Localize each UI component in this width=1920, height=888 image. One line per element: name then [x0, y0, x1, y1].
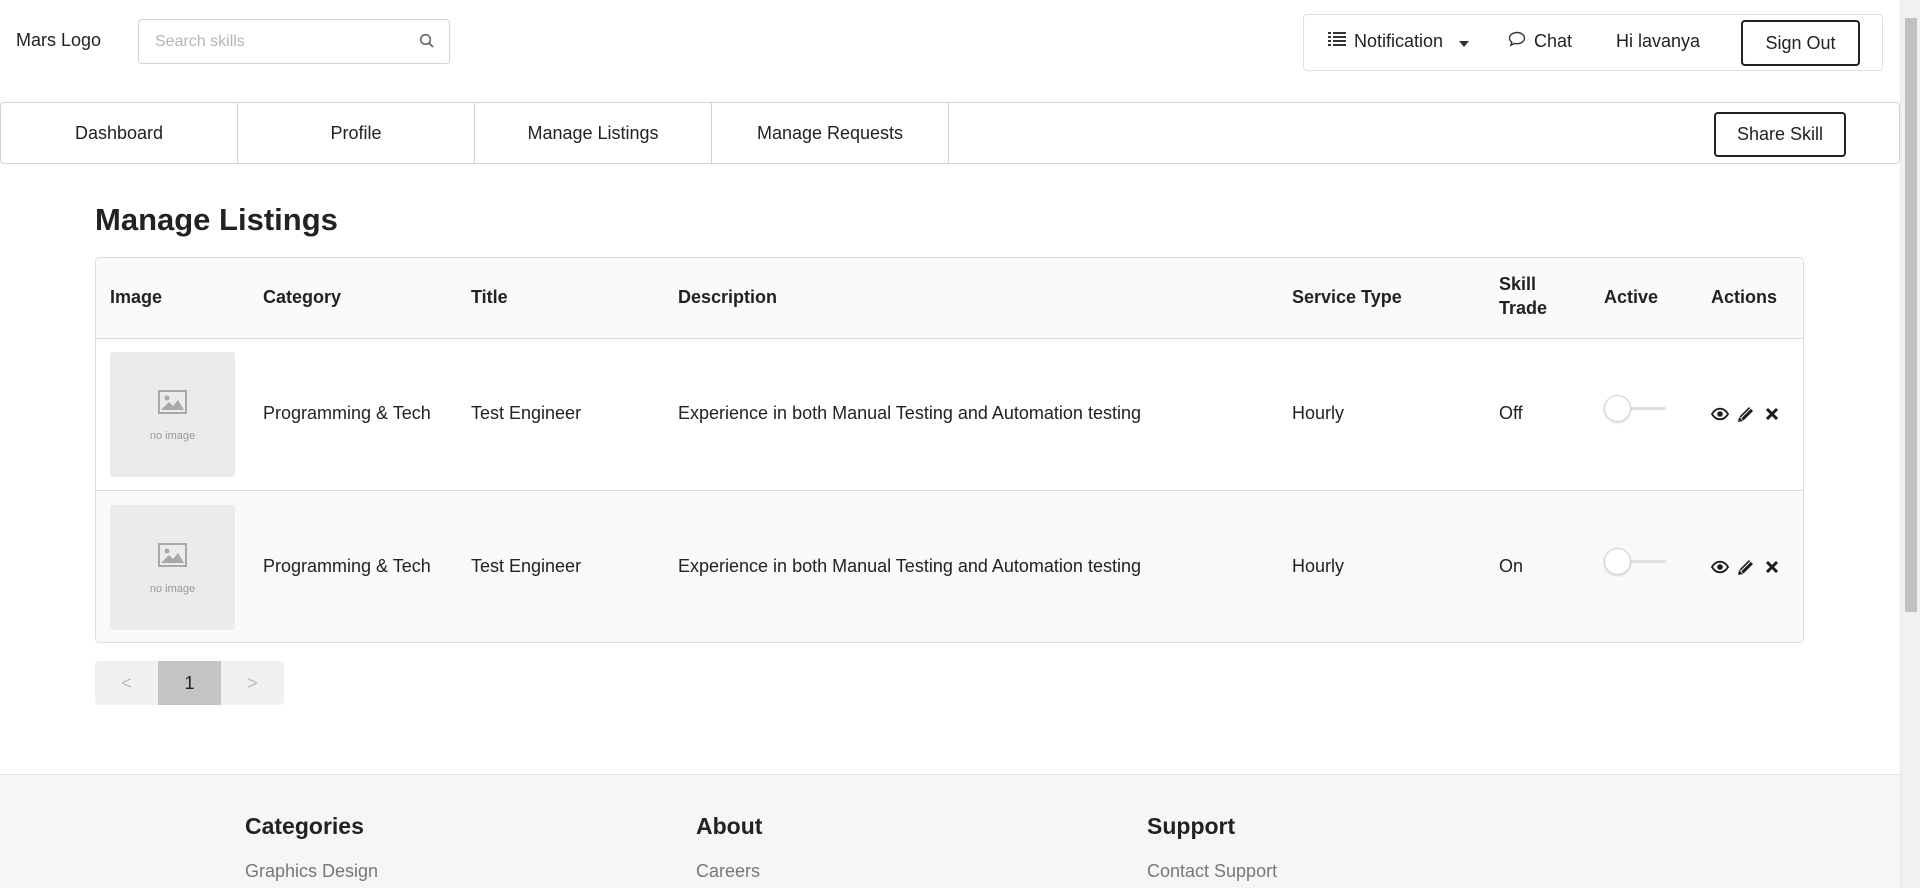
vertical-scrollbar[interactable] [1900, 0, 1920, 888]
chat-bubble-icon [1508, 31, 1526, 52]
chat-link[interactable]: Chat [1508, 31, 1572, 52]
scrollbar-thumb[interactable] [1905, 18, 1917, 612]
cell-description: Experience in both Manual Testing and Au… [678, 556, 1141, 576]
toggle-knob [1604, 548, 1631, 575]
user-menu: Notification Chat Hi lavanya Sign Out [1303, 14, 1883, 71]
user-greeting[interactable]: Hi lavanya [1616, 31, 1700, 52]
active-toggle[interactable] [1604, 547, 1666, 575]
active-toggle[interactable] [1604, 394, 1666, 422]
search-icon[interactable] [419, 33, 437, 51]
header-image: Image [110, 287, 163, 307]
header-skill-trade-line1: Skill [1499, 274, 1537, 294]
notification-dropdown[interactable]: Notification [1328, 31, 1470, 52]
row-actions [1711, 405, 1781, 423]
notification-label: Notification [1354, 31, 1444, 51]
cell-category: Programming & Tech [263, 556, 431, 576]
table-row: no image Programming & Tech Test Enginee… [96, 492, 1803, 642]
eye-icon[interactable] [1711, 405, 1729, 423]
toggle-knob [1604, 395, 1631, 422]
tab-manage-requests[interactable]: Manage Requests [712, 103, 949, 163]
footer-heading: Support [1147, 813, 1236, 839]
search-input[interactable] [139, 20, 409, 63]
cell-service-type: Hourly [1292, 403, 1345, 423]
no-image-text: no image [149, 583, 196, 595]
listing-image: no image [110, 505, 235, 630]
top-bar: Mars Logo Notification Chat Hi lavanya S… [0, 0, 1900, 84]
caret-down-icon [1459, 31, 1470, 52]
chat-label: Chat [1534, 31, 1573, 51]
next-page-button[interactable]: > [221, 661, 284, 705]
tab-manage-listings[interactable]: Manage Listings [475, 103, 712, 163]
cell-description: Experience in both Manual Testing and Au… [678, 403, 1141, 423]
footer-heading: About [696, 813, 763, 839]
pagination: < 1 > [95, 661, 284, 705]
footer-link[interactable]: Careers [696, 861, 762, 882]
sign-out-button[interactable]: Sign Out [1741, 20, 1860, 66]
footer-heading: Categories [245, 813, 364, 839]
logo[interactable]: Mars Logo [16, 30, 101, 51]
listings-table: Image Category Title Description Service… [95, 257, 1804, 643]
page-1-button[interactable]: 1 [158, 661, 221, 705]
header-category: Category [263, 287, 342, 307]
search-box[interactable] [138, 19, 450, 64]
listing-image: no image [110, 352, 235, 477]
header-title: Title [471, 287, 508, 307]
prev-page-button[interactable]: < [95, 661, 158, 705]
table-header: Image Category Title Description Service… [96, 258, 1803, 339]
eye-icon[interactable] [1711, 558, 1729, 576]
no-image-text: no image [149, 430, 196, 442]
share-skill-button[interactable]: Share Skill [1714, 112, 1846, 157]
footer-link[interactable]: Graphics Design [245, 861, 378, 882]
footer-link[interactable]: Contact Support [1147, 861, 1277, 882]
pencil-icon[interactable] [1737, 405, 1755, 423]
header-description: Description [678, 287, 778, 307]
footer: Categories Graphics Design About Careers… [0, 774, 1900, 888]
cell-title: Test Engineer [471, 556, 582, 576]
header-skill-trade-line2: Trade [1499, 298, 1548, 318]
header-actions: Actions [1711, 287, 1778, 307]
row-actions [1711, 558, 1781, 576]
tab-dashboard[interactable]: Dashboard [1, 103, 238, 163]
tab-profile[interactable]: Profile [238, 103, 475, 163]
cell-skill-trade: On [1499, 556, 1524, 576]
page-title: Manage Listings [95, 202, 338, 237]
header-active: Active [1604, 287, 1659, 307]
footer-support: Support Contact Support [1147, 813, 1277, 882]
cell-service-type: Hourly [1292, 556, 1345, 576]
cell-title: Test Engineer [471, 403, 582, 423]
list-icon [1328, 31, 1346, 52]
pencil-icon[interactable] [1737, 558, 1755, 576]
header-service-type: Service Type [1292, 287, 1402, 307]
cell-skill-trade: Off [1499, 403, 1523, 423]
close-icon[interactable] [1763, 405, 1781, 423]
table-row: no image Programming & Tech Test Enginee… [96, 339, 1803, 491]
footer-about: About Careers [696, 813, 762, 882]
close-icon[interactable] [1763, 558, 1781, 576]
main-tabs: Dashboard Profile Manage Listings Manage… [0, 102, 1900, 164]
cell-category: Programming & Tech [263, 403, 431, 423]
image-icon [158, 543, 187, 567]
footer-categories: Categories Graphics Design [245, 813, 378, 882]
image-icon [158, 390, 187, 414]
